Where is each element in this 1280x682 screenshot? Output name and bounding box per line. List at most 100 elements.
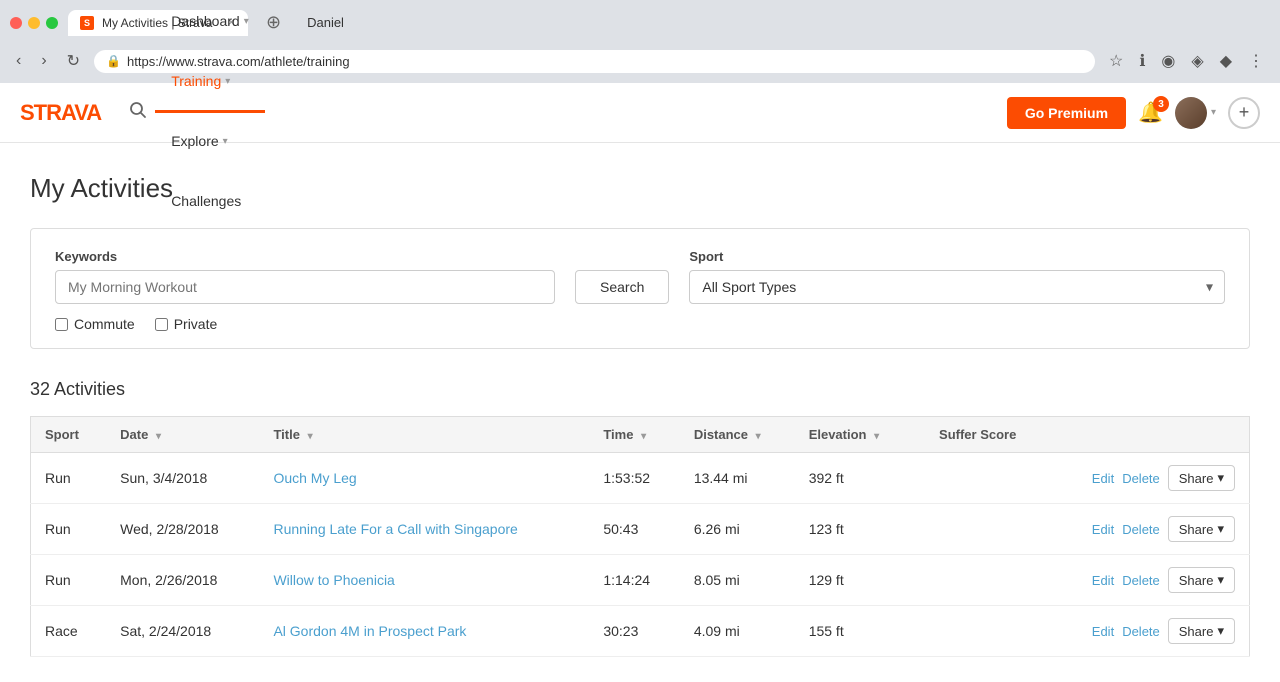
minimize-dot[interactable]: [28, 17, 40, 29]
table-row: Run Sun, 3/4/2018 Ouch My Leg 1:53:52 13…: [31, 453, 1250, 504]
cell-sport: Run: [31, 453, 107, 504]
private-checkbox[interactable]: [155, 318, 168, 331]
date-sort-icon: ▾: [156, 431, 161, 442]
cell-sport: Run: [31, 504, 107, 555]
profile-chevron-icon: ▾: [1211, 107, 1216, 118]
sport-group: Sport All Sport Types: [689, 249, 1225, 304]
elevation-sort-icon: ▾: [874, 431, 879, 442]
cell-elevation: 392 ft: [795, 453, 914, 504]
delete-button[interactable]: Delete: [1122, 624, 1160, 639]
col-elevation[interactable]: Elevation ▾: [795, 417, 914, 453]
notifications-button[interactable]: 🔔 3: [1138, 100, 1163, 125]
share-chevron-icon: ▾: [1217, 572, 1224, 588]
commute-label: Commute: [74, 316, 135, 332]
share-button[interactable]: Share ▾: [1168, 618, 1235, 644]
close-dot[interactable]: [10, 17, 22, 29]
explore-chevron-icon: ▾: [223, 136, 228, 147]
cell-elevation: 129 ft: [795, 555, 914, 606]
header-right: Go Premium 🔔 3 ▾ +: [1007, 97, 1260, 129]
nav-training[interactable]: Training ▾: [155, 53, 265, 113]
menu-icon[interactable]: ⋮: [1242, 47, 1270, 75]
keywords-label: Keywords: [55, 249, 555, 264]
search-button[interactable]: [121, 93, 155, 132]
cell-time: 30:23: [589, 606, 679, 657]
share-button[interactable]: Share ▾: [1168, 567, 1235, 593]
cell-actions: Edit Delete Share ▾: [1041, 555, 1249, 606]
col-suffer-score: Suffer Score: [914, 417, 1042, 453]
cell-suffer-score: [914, 606, 1042, 657]
col-title[interactable]: Title ▾: [259, 417, 589, 453]
sport-select[interactable]: All Sport Types: [689, 270, 1225, 304]
col-actions: [1041, 417, 1249, 453]
cell-time: 50:43: [589, 504, 679, 555]
forward-button[interactable]: ›: [35, 48, 52, 74]
share-button[interactable]: Share ▾: [1168, 516, 1235, 542]
commute-checkbox[interactable]: [55, 318, 68, 331]
share-button[interactable]: Share ▾: [1168, 465, 1235, 491]
delete-button[interactable]: Delete: [1122, 471, 1160, 486]
cell-date: Wed, 2/28/2018: [106, 504, 259, 555]
extension3-icon[interactable]: ◆: [1214, 47, 1238, 75]
share-chevron-icon: ▾: [1217, 470, 1224, 486]
activity-link[interactable]: Ouch My Leg: [273, 470, 356, 486]
commute-checkbox-label[interactable]: Commute: [55, 316, 135, 332]
training-chevron-icon: ▾: [225, 76, 230, 87]
col-date[interactable]: Date ▾: [106, 417, 259, 453]
delete-button[interactable]: Delete: [1122, 522, 1160, 537]
avatar: [1175, 97, 1207, 129]
cell-date: Sat, 2/24/2018: [106, 606, 259, 657]
private-checkbox-label[interactable]: Private: [155, 316, 218, 332]
title-sort-icon: ▾: [308, 431, 313, 442]
cell-title: Al Gordon 4M in Prospect Park: [259, 606, 589, 657]
cell-sport: Race: [31, 606, 107, 657]
add-activity-button[interactable]: +: [1228, 97, 1260, 129]
activity-link[interactable]: Al Gordon 4M in Prospect Park: [273, 623, 466, 639]
cell-elevation: 123 ft: [795, 504, 914, 555]
header-row: Sport Date ▾ Title ▾ Time ▾ Distance ▾: [31, 417, 1250, 453]
maximize-dot[interactable]: [46, 17, 58, 29]
bookmark-icon[interactable]: ☆: [1103, 47, 1129, 75]
table-row: Run Wed, 2/28/2018 Running Late For a Ca…: [31, 504, 1250, 555]
browser-actions: ☆ ℹ ◉ ◈ ◆ ⋮: [1103, 47, 1270, 75]
refresh-button[interactable]: ↻: [61, 47, 86, 75]
edit-button[interactable]: Edit: [1092, 624, 1114, 639]
search-button[interactable]: Search: [575, 270, 669, 304]
cell-suffer-score: [914, 453, 1042, 504]
col-time[interactable]: Time ▾: [589, 417, 679, 453]
col-sport: Sport: [31, 417, 107, 453]
share-chevron-icon: ▾: [1217, 623, 1224, 639]
filter-box: Keywords Search Sport All Sport Types Co…: [30, 228, 1250, 349]
activities-tbody: Run Sun, 3/4/2018 Ouch My Leg 1:53:52 13…: [31, 453, 1250, 657]
edit-button[interactable]: Edit: [1092, 522, 1114, 537]
window-controls: [10, 17, 58, 29]
keywords-input[interactable]: [55, 270, 555, 304]
cell-distance: 13.44 mi: [680, 453, 795, 504]
table-row: Race Sat, 2/24/2018 Al Gordon 4M in Pros…: [31, 606, 1250, 657]
col-distance[interactable]: Distance ▾: [680, 417, 795, 453]
lock-icon: 🔒: [106, 54, 121, 68]
cell-sport: Run: [31, 555, 107, 606]
private-label: Private: [174, 316, 218, 332]
edit-button[interactable]: Edit: [1092, 471, 1114, 486]
activity-link[interactable]: Running Late For a Call with Singapore: [273, 521, 517, 537]
extension2-icon[interactable]: ◈: [1185, 47, 1209, 75]
profile-button[interactable]: ▾: [1175, 97, 1216, 129]
info-icon[interactable]: ℹ: [1133, 47, 1151, 75]
activity-link[interactable]: Willow to Phoenicia: [273, 572, 394, 588]
distance-sort-icon: ▾: [756, 431, 761, 442]
cell-date: Sun, 3/4/2018: [106, 453, 259, 504]
tab-favicon: S: [80, 16, 94, 30]
cell-date: Mon, 2/26/2018: [106, 555, 259, 606]
nav-explore[interactable]: Explore ▾: [155, 113, 265, 173]
filter-row: Keywords Search Sport All Sport Types: [55, 249, 1225, 304]
delete-button[interactable]: Delete: [1122, 573, 1160, 588]
notification-badge: 3: [1153, 96, 1169, 112]
nav-dashboard[interactable]: Dashboard ▾: [155, 0, 265, 53]
browser-user: Daniel: [299, 15, 352, 30]
edit-button[interactable]: Edit: [1092, 573, 1114, 588]
strava-logo[interactable]: STRAVA: [20, 100, 101, 126]
cell-suffer-score: [914, 555, 1042, 606]
go-premium-button[interactable]: Go Premium: [1007, 97, 1126, 129]
extension-icon[interactable]: ◉: [1155, 47, 1181, 75]
back-button[interactable]: ‹: [10, 48, 27, 74]
